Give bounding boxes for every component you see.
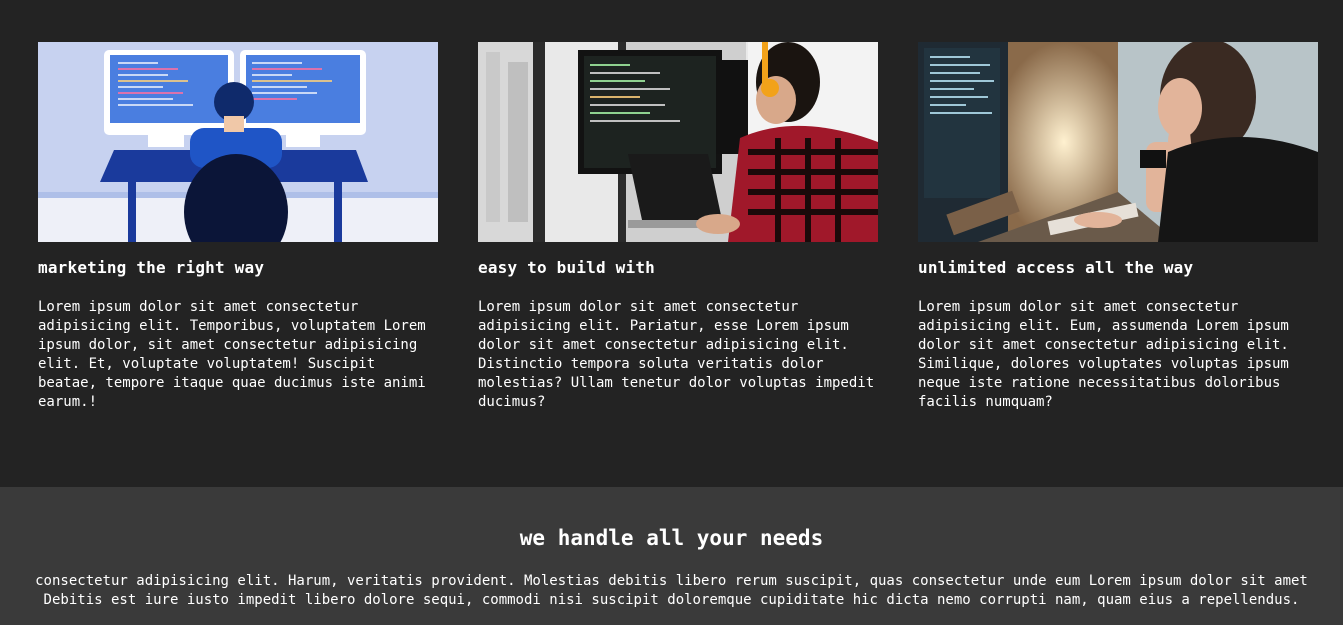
needs-heading: we handle all your needs (519, 526, 824, 550)
feature-description: Lorem ipsum dolor sit amet consectetur a… (918, 299, 1289, 410)
features-section: marketing the right way Lorem ipsum dolo… (0, 0, 1343, 487)
thinking-developer-photo (918, 42, 1318, 242)
feature-card-access: unlimited access all the way Lorem ipsum… (918, 42, 1318, 412)
developer-illustration-image (38, 42, 438, 242)
needs-paragraph: consectetur adipisicing elit. Harum, ver… (0, 572, 1343, 610)
feature-title: unlimited access all the way (918, 258, 1194, 277)
feature-title: marketing the right way (38, 258, 265, 277)
feature-card-build: easy to build with Lorem ipsum dolor sit… (478, 42, 878, 412)
feature-card-marketing: marketing the right way Lorem ipsum dolo… (38, 42, 438, 412)
feature-description: Lorem ipsum dolor sit amet consectetur a… (478, 299, 875, 410)
needs-section: we handle all your needs consectetur adi… (0, 487, 1343, 625)
feature-description: Lorem ipsum dolor sit amet consectetur a… (38, 299, 426, 410)
needs-paragraph-line: Debitis est iure iusto impedit libero do… (43, 592, 1300, 608)
feature-title: easy to build with (478, 258, 655, 277)
needs-paragraph-line: consectetur adipisicing elit. Harum, ver… (35, 573, 1308, 589)
developer-with-headphones-photo (478, 42, 878, 242)
